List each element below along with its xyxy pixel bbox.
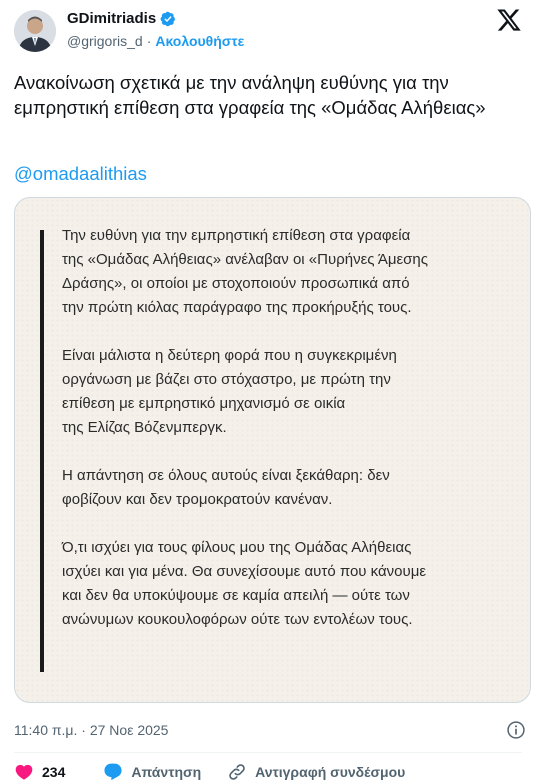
reply-label: Απάντηση xyxy=(131,764,202,780)
heart-icon xyxy=(15,764,33,780)
author-name-row[interactable]: GDimitriadis xyxy=(67,10,176,27)
media-image-card[interactable]: Την ευθύνη για την εμπρηστική επίθεση στ… xyxy=(14,197,531,703)
statement-paragraph-4: Ό,τι ισχύει για τους φίλους μου της Ομάδ… xyxy=(62,539,427,628)
handle-separator: · xyxy=(146,33,152,49)
statement-paragraph-2: Είναι μάλιστα η δεύτερη φορά που η συγκε… xyxy=(62,347,397,436)
statement-paragraph-3: Η απάντηση σε όλους αυτούς είναι ξεκάθαρ… xyxy=(62,467,390,508)
media-statement: Την ευθύνη για την εμπρηστική επίθεση στ… xyxy=(62,224,522,656)
link-icon xyxy=(229,764,245,780)
author-name[interactable]: GDimitriadis xyxy=(67,10,156,27)
reply-icon xyxy=(104,763,122,781)
mention-link[interactable]: @omadaalithias xyxy=(14,163,147,185)
info-icon[interactable] xyxy=(506,720,526,740)
action-bar: 234 Απάντηση Αντιγραφή συνδέσμου xyxy=(14,762,405,782)
statement-paragraph-1: Την ευθύνη για την εμπρηστική επίθεση στ… xyxy=(62,227,428,316)
quote-bar xyxy=(40,230,44,672)
tweet-timestamp[interactable]: 11:40 π.μ. · 27 Νοε 2025 xyxy=(14,722,168,738)
follow-button[interactable]: Ακολουθήστε xyxy=(155,33,244,49)
copy-link-label: Αντιγραφή συνδέσμου xyxy=(255,764,406,780)
handle-row: @grigoris_d · Ακολουθήστε xyxy=(67,33,244,49)
divider xyxy=(14,752,522,753)
reply-button[interactable]: Απάντηση xyxy=(103,762,201,782)
like-count: 234 xyxy=(42,764,66,780)
copy-link-button[interactable]: Αντιγραφή συνδέσμου xyxy=(227,762,405,782)
x-logo-icon[interactable] xyxy=(496,7,522,33)
author-handle[interactable]: @grigoris_d xyxy=(67,33,143,49)
avatar[interactable] xyxy=(14,10,56,52)
avatar-image xyxy=(14,10,56,52)
like-button[interactable]: 234 xyxy=(14,762,65,782)
verified-badge-icon xyxy=(160,11,176,26)
tweet-text: Ανακοίνωση σχετικά με την ανάληψη ευθύνη… xyxy=(14,72,486,118)
